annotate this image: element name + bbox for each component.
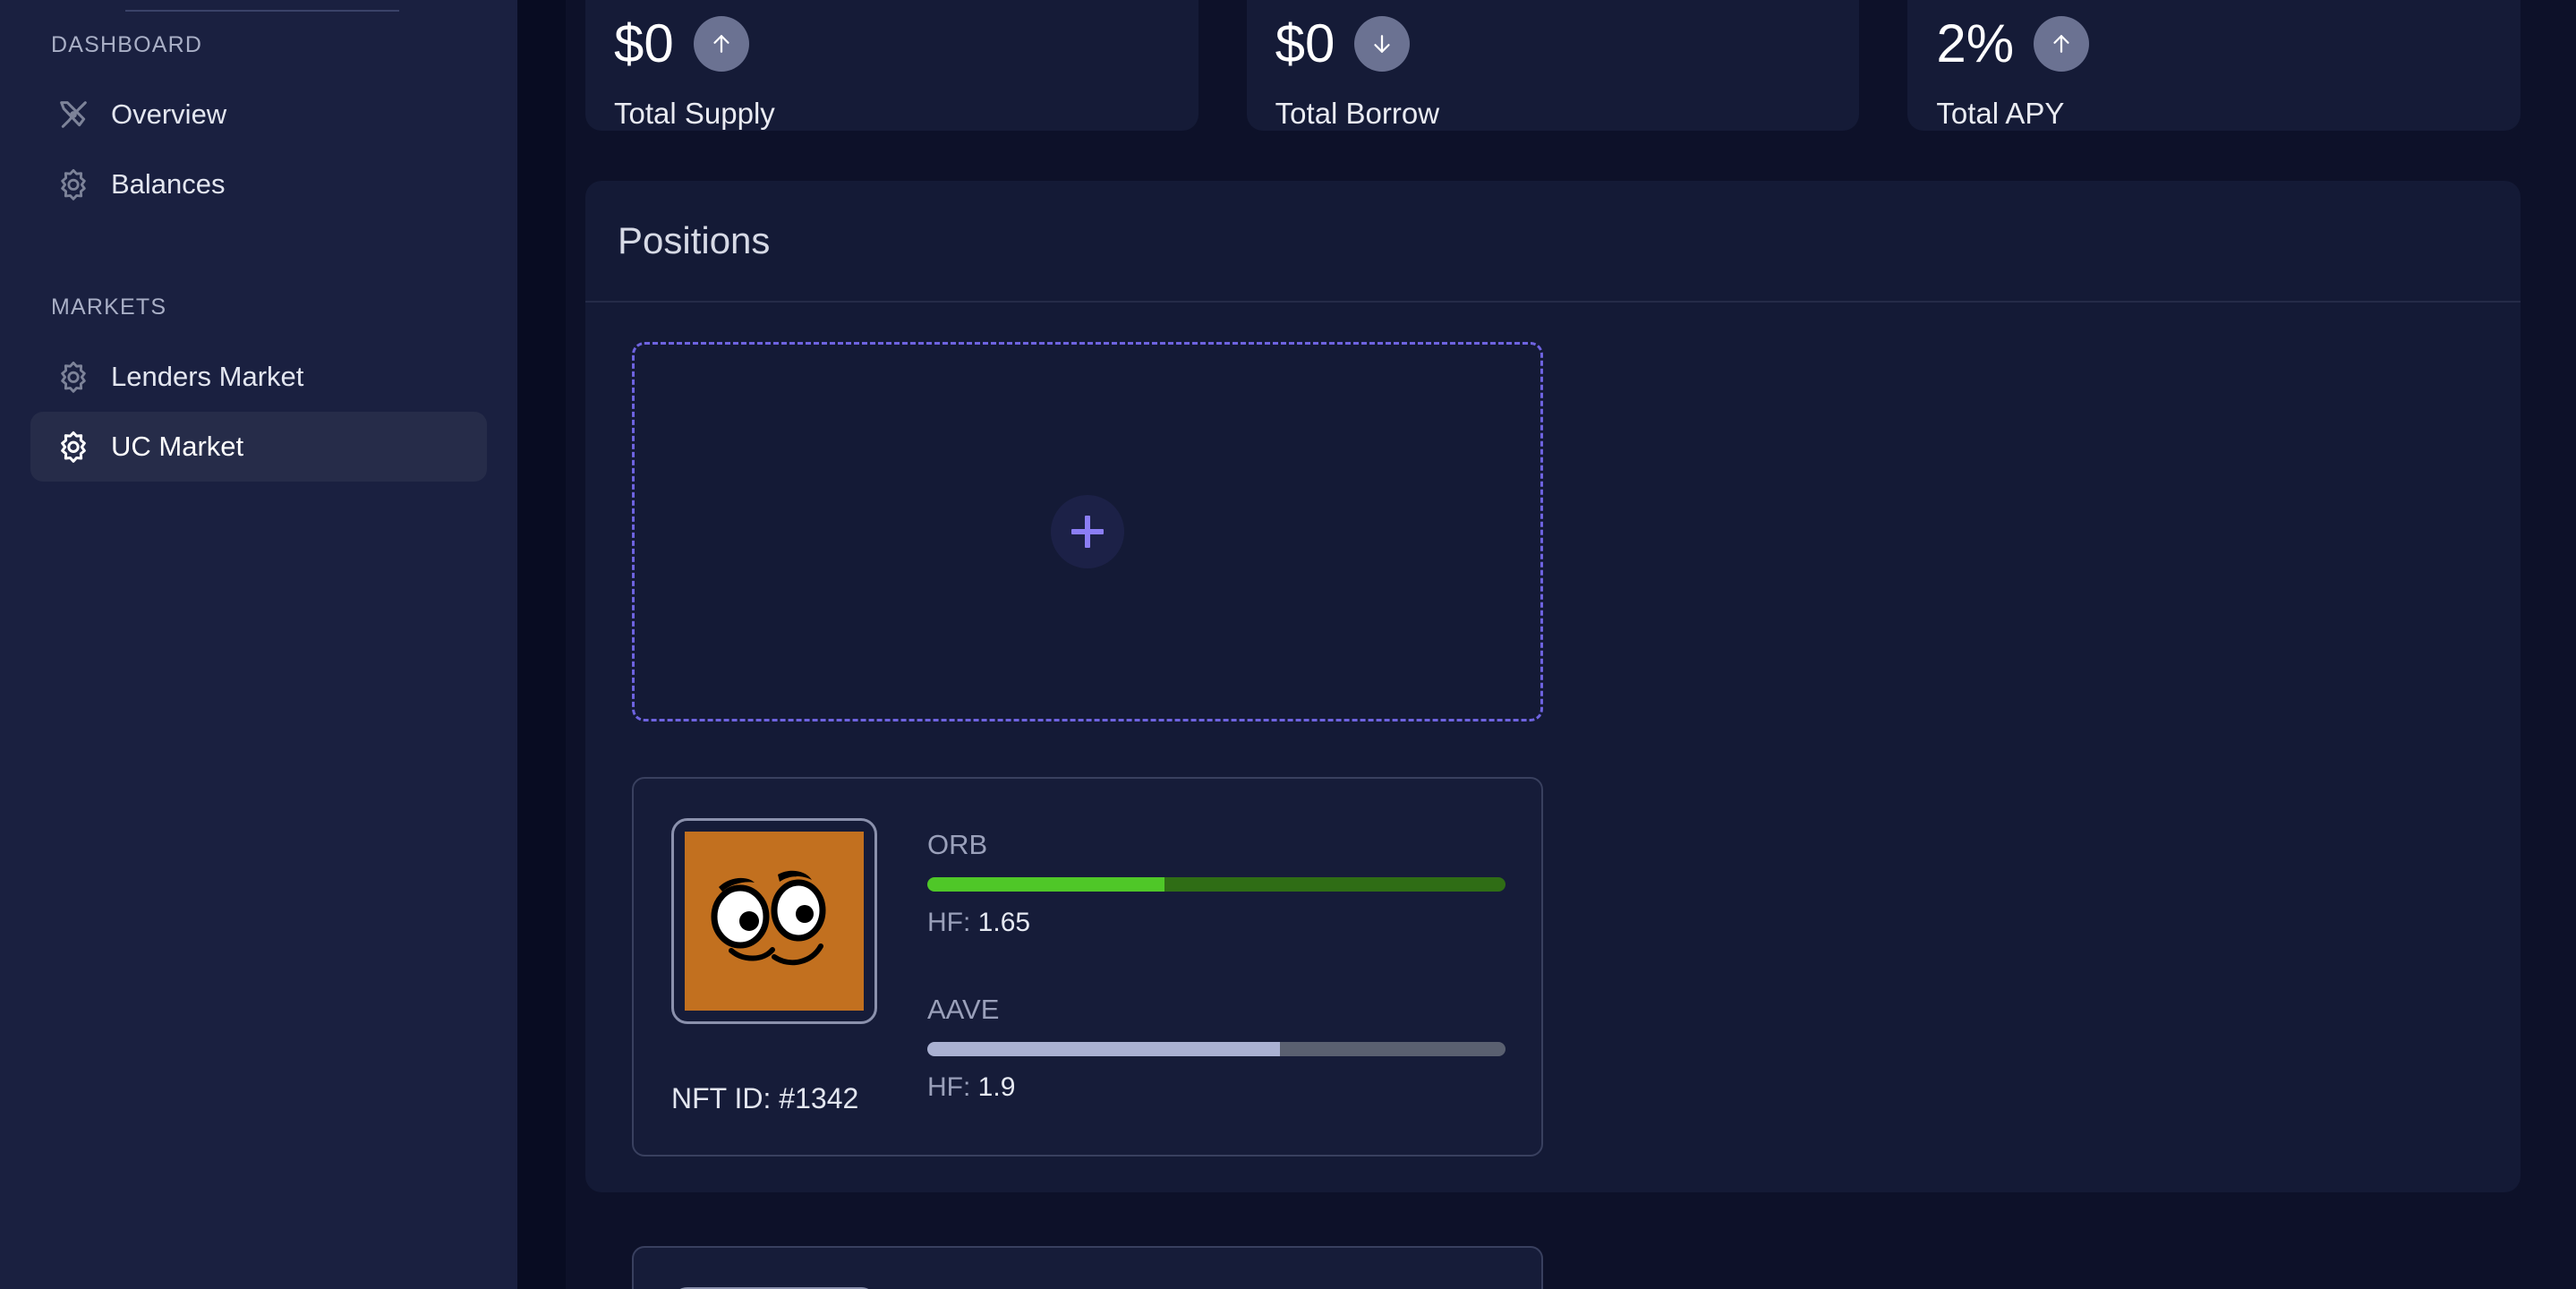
sun-gear-icon (55, 166, 91, 202)
position-card[interactable]: NFT ID: #1342 ORB HF: 1.65 AAVE HF: 1.9 (632, 777, 1543, 1157)
stat-card-total-supply: $0 Total Supply (585, 0, 1198, 131)
sidebar-gutter (517, 0, 566, 1289)
positions-grid: NFT ID: #1342 ORB HF: 1.65 AAVE HF: 1.9 (632, 342, 2474, 1289)
stat-label-total-borrow: Total Borrow (1275, 97, 1440, 130)
sidebar-items-dashboard: Overview Balances (0, 80, 517, 219)
sidebar: DASHBOARD Overview Balances MARKETS Lend… (0, 0, 517, 1289)
main-content: $0 Total Supply $0 Total Borrow 2% Total… (566, 0, 2576, 1289)
health-factor-bar-fill (927, 877, 1164, 892)
sidebar-item-overview[interactable]: Overview (30, 80, 487, 149)
stat-top: $0 (614, 16, 1198, 72)
sidebar-section-label-markets: MARKETS (51, 295, 167, 320)
hf-label: HF: (927, 1072, 971, 1102)
hf-value: 1.65 (977, 908, 1031, 937)
stat-value-total-supply: $0 (614, 13, 674, 73)
hf-value: 1.9 (977, 1072, 1016, 1102)
stat-value-total-apy: 2% (1936, 13, 2015, 73)
plus-icon (1071, 516, 1104, 548)
stats-row: $0 Total Supply $0 Total Borrow 2% Total… (585, 0, 2521, 131)
health-factor-bar (927, 1042, 1506, 1056)
stat-card-total-apy: 2% Total APY (1907, 0, 2521, 131)
nft-id-label: NFT ID: #1342 (671, 1082, 859, 1114)
health-factor-text: HF: 1.65 (927, 908, 1506, 938)
asset-block-orb: ORB HF: 1.65 (927, 829, 1506, 938)
stat-value-total-borrow: $0 (1275, 13, 1335, 73)
add-position-card[interactable] (632, 342, 1543, 721)
stat-card-total-borrow: $0 Total Borrow (1246, 0, 1860, 131)
positions-panel-header: Positions (585, 181, 2521, 303)
nft-avatar-1342-art (685, 832, 864, 1011)
position-card-right: ORB HF: 1.65 (927, 818, 1506, 1115)
stat-label-total-apy: Total APY (1936, 97, 2065, 130)
stat-label-total-supply: Total Supply (614, 97, 775, 130)
stat-top: $0 (1275, 16, 1860, 72)
health-factor-bar (927, 877, 1506, 892)
sidebar-items-markets: Lenders Market UC Market (0, 342, 517, 482)
sun-gear-icon (55, 429, 91, 465)
sidebar-section-dashboard: DASHBOARD Overview Balances (0, 32, 517, 219)
hf-label: HF: (927, 908, 971, 937)
sidebar-top-divider (125, 10, 399, 12)
health-factor-bar-track (1164, 877, 1506, 892)
sidebar-item-lenders-market[interactable]: Lenders Market (30, 342, 487, 412)
asset-block-aave: AAVE HF: 1.9 (927, 994, 1506, 1103)
positions-panel: Positions NFT ID: #1342 ORB HF: 1.65 AAV… (585, 181, 2521, 1289)
sidebar-item-balances[interactable]: Balances (30, 149, 487, 219)
arrow-up-icon (693, 16, 749, 72)
avatar (671, 818, 877, 1024)
stat-top: 2% (1936, 16, 2521, 72)
arrow-up-icon (2034, 16, 2090, 72)
tools-icon (55, 97, 91, 132)
position-card-left: NFT ID: #1342 (671, 818, 877, 1115)
sidebar-section-label-dashboard: DASHBOARD (51, 32, 203, 57)
sidebar-item-label-lenders-market: Lenders Market (111, 361, 304, 392)
sidebar-item-uc-market[interactable]: UC Market (30, 412, 487, 482)
add-position-circle (1051, 495, 1124, 568)
health-factor-text: HF: 1.9 (927, 1072, 1506, 1103)
arrow-down-icon (1354, 16, 1411, 72)
asset-name: ORB (927, 829, 988, 860)
health-factor-bar-track (1280, 1042, 1506, 1056)
asset-name: AAVE (927, 994, 1000, 1025)
sun-gear-icon (55, 359, 91, 395)
positions-panel-body: NFT ID: #1342 ORB HF: 1.65 AAVE HF: 1.9 (585, 303, 2521, 1289)
health-factor-bar-fill (927, 1042, 1281, 1056)
position-card[interactable]: NFT ID: #1234 ORB HF: (632, 1246, 1543, 1289)
page-title: Positions (618, 219, 771, 261)
sidebar-item-label-balances: Balances (111, 168, 226, 200)
sidebar-section-markets: MARKETS Lenders Market UC Market (0, 295, 517, 482)
sidebar-item-label-overview: Overview (111, 98, 227, 130)
app-root: DASHBOARD Overview Balances MARKETS Lend… (0, 0, 2576, 1289)
sidebar-item-label-uc-market: UC Market (111, 431, 244, 462)
